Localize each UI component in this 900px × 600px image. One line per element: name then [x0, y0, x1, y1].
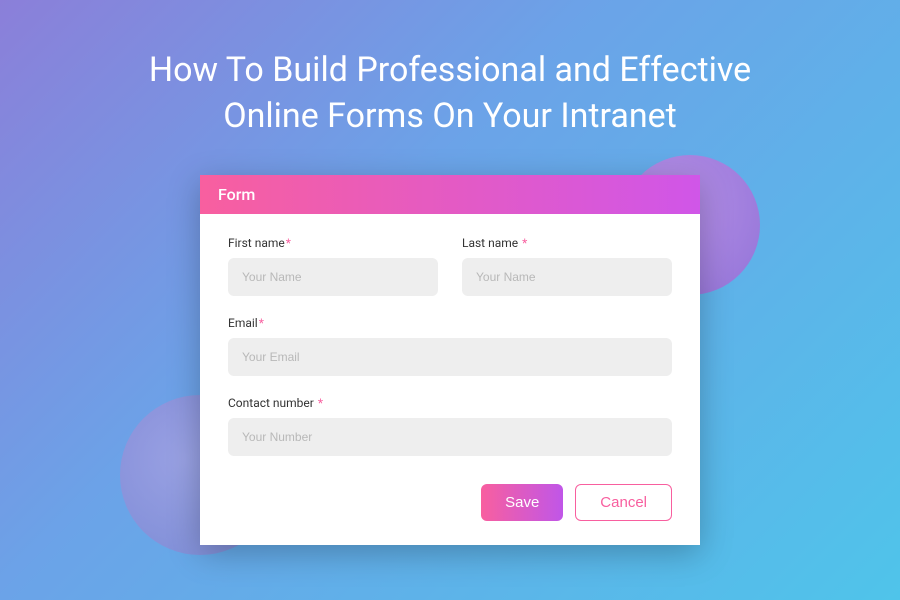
form-group-first-name: First name* [228, 236, 438, 296]
form-group-email: Email* [228, 316, 672, 376]
form-group-contact-number: Contact number * [228, 396, 672, 456]
page-title: How To Build Professional and Effective … [0, 0, 900, 140]
last-name-label: Last name * [462, 236, 672, 250]
required-marker: * [318, 396, 323, 410]
title-line-1: How To Build Professional and Effective [149, 50, 751, 90]
last-name-input[interactable] [462, 258, 672, 296]
form-group-last-name: Last name * [462, 236, 672, 296]
required-marker: * [259, 316, 264, 330]
last-name-label-text: Last name [462, 236, 518, 250]
title-line-2: Online Forms On Your Intranet [223, 96, 677, 136]
form-row-names: First name* Last name * [228, 236, 672, 296]
first-name-label-text: First name [228, 236, 285, 250]
required-marker: * [522, 236, 527, 250]
required-marker: * [286, 236, 291, 250]
form-body: First name* Last name * Email* Contact n… [200, 214, 700, 545]
cancel-button[interactable]: Cancel [575, 484, 672, 521]
email-label: Email* [228, 316, 672, 330]
first-name-input[interactable] [228, 258, 438, 296]
first-name-label: First name* [228, 236, 438, 250]
save-button[interactable]: Save [481, 484, 563, 521]
contact-number-input[interactable] [228, 418, 672, 456]
email-input[interactable] [228, 338, 672, 376]
form-actions: Save Cancel [228, 484, 672, 521]
form-header: Form [200, 175, 700, 214]
contact-number-label: Contact number * [228, 396, 672, 410]
contact-number-label-text: Contact number [228, 396, 314, 410]
form-card: Form First name* Last name * Email* [200, 175, 700, 545]
email-label-text: Email [228, 316, 258, 330]
